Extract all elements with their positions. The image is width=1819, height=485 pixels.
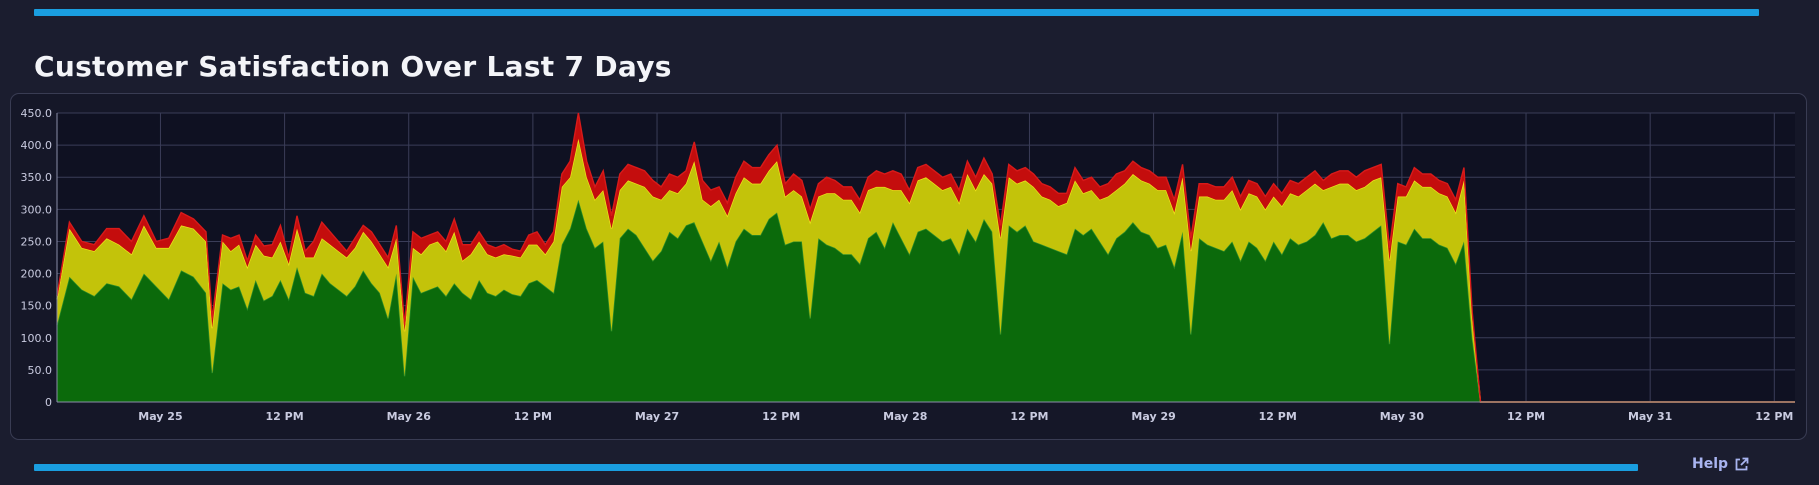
y-tick-label: 400.0 xyxy=(21,139,53,152)
x-tick-label: 12 PM xyxy=(1259,410,1297,423)
x-tick-label: 12 PM xyxy=(1507,410,1545,423)
y-tick-label: 300.0 xyxy=(21,203,53,216)
x-tick-label: May 29 xyxy=(1131,410,1175,423)
x-tick-label: May 31 xyxy=(1628,410,1672,423)
y-tick-label: 150.0 xyxy=(21,300,53,313)
x-tick-label: 12 PM xyxy=(762,410,800,423)
y-tick-label: 250.0 xyxy=(21,235,53,248)
y-tick-label: 100.0 xyxy=(21,332,53,345)
help-label: Help xyxy=(1692,456,1729,472)
x-tick-label: May 30 xyxy=(1380,410,1425,423)
y-tick-label: 0 xyxy=(45,396,52,409)
y-tick-label: 200.0 xyxy=(21,268,53,281)
x-tick-label: May 25 xyxy=(138,410,182,423)
x-tick-label: 12 PM xyxy=(266,410,304,423)
x-tick-label: 12 PM xyxy=(514,410,552,423)
page-title: Customer Satisfaction Over Last 7 Days xyxy=(34,50,672,83)
x-tick-label: 12 PM xyxy=(1755,410,1793,423)
x-tick-label: May 27 xyxy=(635,410,679,423)
external-link-icon xyxy=(1734,457,1749,472)
help-link[interactable]: Help xyxy=(1692,456,1749,472)
x-tick-label: May 26 xyxy=(387,410,432,423)
satisfaction-area-chart: 0 50.0 100.0 150.0 200.0 250.0 300.0 350.0 400.0… xyxy=(21,107,1795,423)
x-tick-label: 12 PM xyxy=(1010,410,1048,423)
bottom-accent-bar xyxy=(34,464,1638,471)
x-tick-label: May 28 xyxy=(883,410,927,423)
y-tick-label: 50.0 xyxy=(28,364,53,377)
y-tick-label: 450.0 xyxy=(21,107,53,120)
top-accent-bar xyxy=(34,9,1759,16)
y-tick-label: 350.0 xyxy=(21,171,53,184)
